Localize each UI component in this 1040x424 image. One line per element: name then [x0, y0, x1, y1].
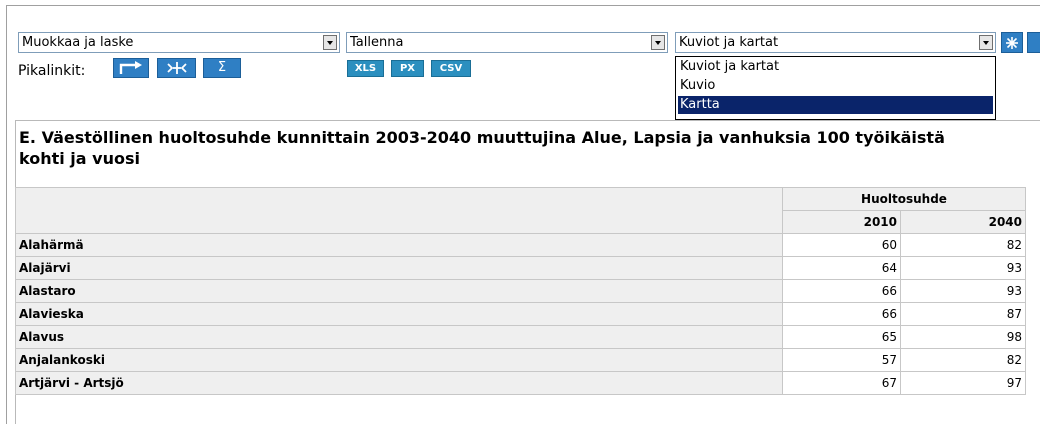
row-label: Alajärvi	[15, 256, 783, 280]
row-label: Alavieska	[15, 302, 783, 326]
px-button[interactable]: PX	[391, 60, 424, 77]
cell-value: 66	[782, 279, 901, 303]
charts-dropdown-list[interactable]: Kuviot ja kartat Kuvio Kartta	[675, 56, 996, 120]
extra-button[interactable]	[1027, 32, 1040, 53]
asterisk-icon	[1006, 37, 1018, 49]
cell-value: 67	[782, 371, 901, 395]
stub-header	[15, 187, 783, 234]
asterisk-button[interactable]	[1001, 32, 1023, 53]
sigma-icon: Σ	[217, 60, 227, 75]
row-label: Alahärmä	[15, 233, 783, 257]
group-header: Huoltosuhde	[782, 187, 1026, 211]
row-label: Alastaro	[15, 279, 783, 303]
cell-value: 93	[900, 256, 1026, 280]
header-row-group: Huoltosuhde	[15, 187, 1026, 234]
year-header: 2040	[900, 210, 1026, 234]
dropdown-option-charts-and-maps[interactable]: Kuviot ja kartat	[678, 58, 993, 76]
table-row: Alahärmä 60 82	[15, 233, 1026, 257]
cell-value: 60	[782, 233, 901, 257]
chevron-down-icon[interactable]	[323, 35, 337, 50]
cell-value: 66	[782, 302, 901, 326]
cell-value: 87	[900, 302, 1026, 326]
table-row: Anjalankoski 57 82	[15, 348, 1026, 372]
arrow-right-icon	[119, 61, 142, 74]
cell-value: 65	[782, 325, 901, 349]
pivot-arrow-button[interactable]	[113, 58, 149, 78]
xls-button[interactable]: XLS	[347, 60, 384, 77]
row-label: Artjärvi - Artsjö	[15, 371, 783, 395]
cell-value: 82	[900, 348, 1026, 372]
table-row: Artjärvi - Artsjö 67 97	[15, 371, 1026, 395]
cell-value: 97	[900, 371, 1026, 395]
year-header: 2010	[782, 210, 901, 234]
quick-links-label: Pikalinkit:	[18, 63, 86, 79]
cell-value: 57	[782, 348, 901, 372]
table-row: Alavieska 66 87	[15, 302, 1026, 326]
transpose-button[interactable]	[157, 58, 196, 78]
dropdown-option-map[interactable]: Kartta	[678, 96, 993, 114]
row-label: Alavus	[15, 325, 783, 349]
edit-and-calculate-select[interactable]: Muokkaa ja laske	[18, 32, 340, 53]
dropdown-option-chart[interactable]: Kuvio	[678, 77, 993, 95]
csv-button[interactable]: CSV	[431, 60, 471, 77]
cell-value: 93	[900, 279, 1026, 303]
row-label: Anjalankoski	[15, 348, 783, 372]
table-row: Alavus 65 98	[15, 325, 1026, 349]
chevron-down-icon[interactable]	[651, 35, 665, 50]
cell-value: 98	[900, 325, 1026, 349]
table-title: E. Väestöllinen huoltosuhde kunnittain 2…	[19, 128, 945, 168]
chart-select-value: Kuviot ja kartat	[679, 35, 779, 50]
save-select-value: Tallenna	[350, 35, 404, 50]
cell-value: 64	[782, 256, 901, 280]
charts-and-maps-select[interactable]: Kuviot ja kartat	[675, 32, 996, 53]
sum-button[interactable]: Σ	[203, 58, 241, 78]
edit-select-value: Muokkaa ja laske	[22, 35, 134, 50]
table-row: Alastaro 66 93	[15, 279, 1026, 303]
save-select[interactable]: Tallenna	[346, 32, 668, 53]
cell-value: 82	[900, 233, 1026, 257]
chevron-down-icon[interactable]	[979, 35, 993, 50]
table-row: Alajärvi 64 93	[15, 256, 1026, 280]
data-table: Huoltosuhde 2010 2040 Alahärmä 60 82 Ala…	[15, 187, 1026, 395]
transpose-icon	[166, 62, 187, 74]
